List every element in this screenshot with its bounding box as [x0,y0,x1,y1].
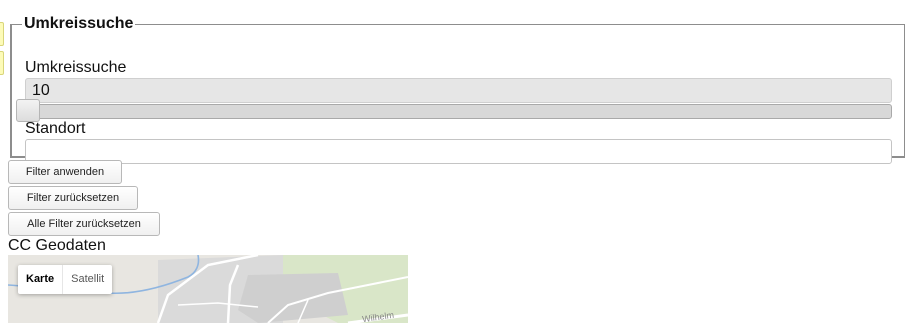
radius-label: Umkreissuche [25,59,127,76]
apply-filter-button[interactable]: Filter anwenden [8,160,122,184]
map-view[interactable]: Karte Satellit Wilhelm [8,255,408,323]
radius-slider-track[interactable] [16,104,892,119]
fieldset-legend: Umkreissuche [24,15,134,32]
radius-slider-handle[interactable] [16,99,40,122]
side-tab-marker[interactable] [0,51,4,75]
geodata-title: CC Geodaten [8,237,106,254]
map-type-satellite-button[interactable]: Satellit [63,265,112,294]
location-input[interactable] [25,139,892,164]
map-type-map-button[interactable]: Karte [18,265,64,294]
radius-value-field: 10 [25,78,892,103]
reset-all-filters-button[interactable]: Alle Filter zurücksetzen [8,212,160,236]
location-label: Standort [25,120,86,137]
reset-filter-button[interactable]: Filter zurücksetzen [8,186,138,210]
map-type-control: Karte Satellit [18,265,113,294]
side-tab-marker[interactable] [0,22,4,46]
radius-search-fieldset: Umkreissuche Umkreissuche 10 Standort [10,15,905,164]
